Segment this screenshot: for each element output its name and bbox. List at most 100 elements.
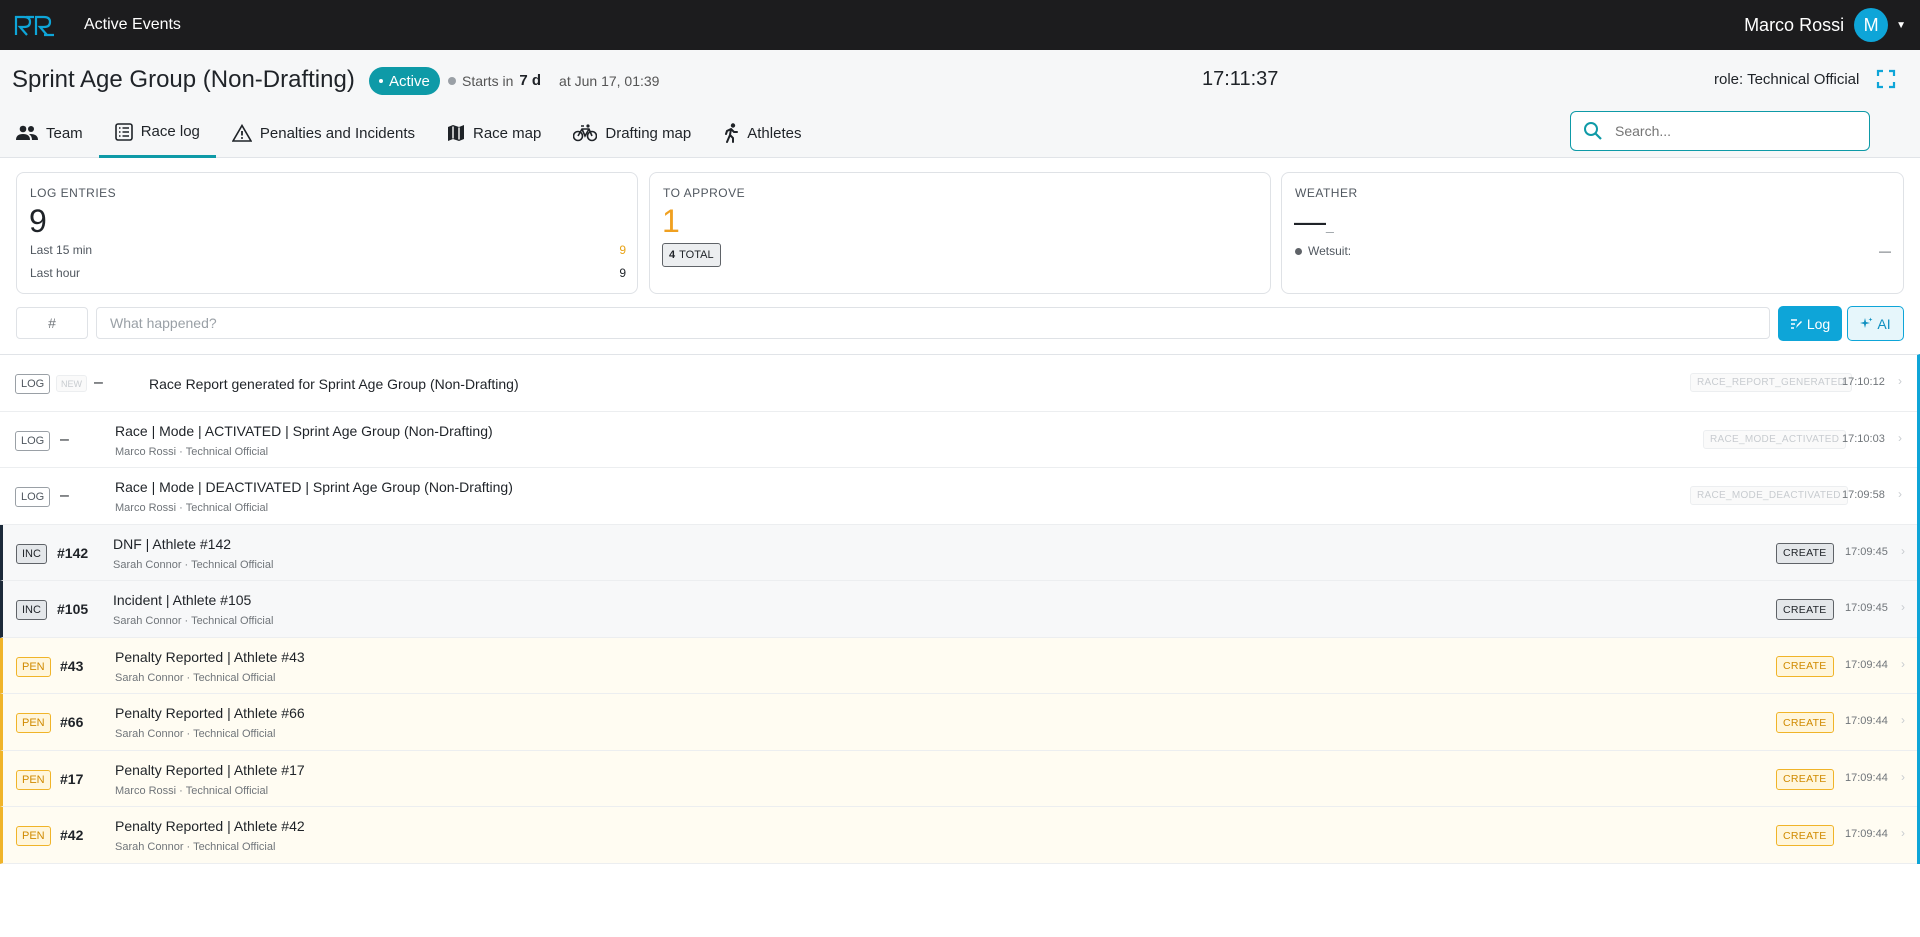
type-tag: LOG bbox=[15, 487, 51, 507]
entry-time: 17:09:58 bbox=[1842, 489, 1885, 501]
chevron-right-icon[interactable]: › bbox=[1898, 374, 1902, 388]
penalty-row[interactable]: PEN #43 Penalty Reported | Athlete #43 S… bbox=[0, 637, 1917, 694]
tab-label: Drafting map bbox=[605, 124, 692, 142]
tab-bar: Team Race log Penalties and Incidents Ra… bbox=[0, 108, 817, 158]
create-button[interactable]: CREATE bbox=[1776, 542, 1834, 564]
chevron-right-icon[interactable]: › bbox=[1901, 826, 1905, 840]
type-tag: PEN bbox=[16, 713, 51, 733]
athlete-number-input[interactable]: # bbox=[16, 307, 88, 339]
entry-title: Penalty Reported | Athlete #42 bbox=[115, 818, 305, 834]
entry-title: Incident | Athlete #105 bbox=[113, 592, 252, 608]
team-icon bbox=[16, 125, 38, 140]
entry-time: 17:09:44 bbox=[1845, 715, 1888, 727]
penalty-row[interactable]: PEN #17 Penalty Reported | Athlete #17 M… bbox=[0, 750, 1917, 807]
last-hour-value: 9 bbox=[619, 266, 626, 280]
bicycle-icon bbox=[573, 124, 598, 142]
chevron-right-icon[interactable]: › bbox=[1898, 431, 1902, 445]
athlete-number: #66 bbox=[60, 714, 84, 730]
fullscreen-icon[interactable] bbox=[1875, 68, 1897, 90]
ai-button[interactable]: AI bbox=[1847, 306, 1904, 341]
search-icon bbox=[1584, 122, 1602, 140]
tab-penalties-incidents[interactable]: Penalties and Incidents bbox=[216, 108, 431, 158]
list-icon bbox=[114, 122, 133, 141]
type-tag: PEN bbox=[16, 826, 51, 846]
incident-row[interactable]: INC #142 DNF | Athlete #142 Sarah Connor… bbox=[0, 524, 1917, 581]
create-button[interactable]: CREATE bbox=[1776, 712, 1834, 733]
penalty-row[interactable]: PEN #42 Penalty Reported | Athlete #42 S… bbox=[0, 807, 1917, 864]
create-button[interactable]: CREATE bbox=[1776, 599, 1834, 620]
log-entries-card: LOG ENTRIES 9 Last 15 min 9 Last hour 9 bbox=[16, 172, 638, 294]
avatar[interactable]: M bbox=[1854, 8, 1889, 42]
entry-meta: Sarah Connor · Technical Official bbox=[115, 671, 276, 684]
weather-card: WEATHER — _ Wetsuit: — bbox=[1281, 172, 1904, 294]
log-row[interactable]: LOG NEW – Race Report generated for Spri… bbox=[0, 355, 1917, 412]
what-happened-input[interactable]: What happened? bbox=[96, 307, 1770, 339]
incident-row[interactable]: INC #105 Incident | Athlete #105 Sarah C… bbox=[0, 581, 1917, 638]
athlete-number: #43 bbox=[60, 657, 84, 674]
total-value: 4 bbox=[669, 249, 676, 261]
sparkle-icon bbox=[1860, 317, 1873, 328]
penalty-row[interactable]: PEN #66 Penalty Reported | Athlete #66 S… bbox=[0, 694, 1917, 751]
weather-value: — bbox=[1294, 203, 1326, 239]
type-tag: INC bbox=[16, 543, 47, 564]
total-label: TOTAL bbox=[679, 249, 714, 261]
starts-prefix: Starts in bbox=[462, 72, 514, 89]
search-input[interactable] bbox=[1615, 123, 1855, 139]
new-badge: NEW bbox=[56, 375, 87, 392]
create-button[interactable]: CREATE bbox=[1776, 768, 1834, 790]
tab-label: Race log bbox=[140, 123, 200, 140]
entry-time: 17:09:44 bbox=[1845, 828, 1888, 840]
warning-icon bbox=[231, 124, 252, 142]
log-entries-count: 9 bbox=[29, 203, 47, 239]
create-button[interactable]: CREATE bbox=[1776, 655, 1834, 677]
log-icon bbox=[1790, 318, 1802, 329]
entry-time: 17:10:03 bbox=[1842, 432, 1885, 445]
chevron-right-icon[interactable]: › bbox=[1901, 544, 1905, 558]
last-hour-row: Last hour 9 bbox=[30, 266, 626, 280]
app-title[interactable]: Active Events bbox=[84, 16, 181, 34]
card-label: WEATHER bbox=[1295, 186, 1358, 200]
entry-meta: Sarah Connor · Technical Official bbox=[115, 841, 276, 853]
athlete-number: – bbox=[60, 430, 69, 448]
chevron-right-icon[interactable]: › bbox=[1901, 600, 1905, 614]
tab-team[interactable]: Team bbox=[0, 108, 99, 158]
last-15-label: Last 15 min bbox=[30, 243, 93, 257]
log-row[interactable]: LOG – Race | Mode | ACTIVATED | Sprint A… bbox=[0, 412, 1917, 468]
tab-race-map[interactable]: Race map bbox=[431, 108, 557, 158]
entry-meta: Marco Rossi · Technical Official bbox=[115, 502, 269, 514]
to-approve-card[interactable]: TO APPROVE 1 4 TOTAL bbox=[649, 172, 1271, 294]
entry-time: 17:09:44 bbox=[1845, 658, 1888, 671]
chevron-right-icon[interactable]: › bbox=[1901, 713, 1905, 727]
chevron-right-icon[interactable]: › bbox=[1898, 487, 1902, 501]
log-button[interactable]: Log bbox=[1778, 306, 1842, 341]
athlete-number: – bbox=[60, 487, 69, 504]
wetsuit-value: — bbox=[1879, 244, 1891, 258]
user-menu[interactable]: Marco Rossi M ▼ bbox=[1744, 8, 1906, 42]
search-box[interactable] bbox=[1570, 111, 1870, 151]
caret-down-icon[interactable]: ▼ bbox=[1896, 20, 1906, 31]
entry-meta: Marco Rossi · Technical Official bbox=[115, 445, 269, 458]
wetsuit-label: Wetsuit: bbox=[1308, 244, 1352, 258]
entry-title: Race | Mode | DEACTIVATED | Sprint Age G… bbox=[115, 479, 513, 495]
event-code-tag: RACE_MODE_DEACTIVATED bbox=[1690, 486, 1848, 505]
entry-meta: Sarah Connor · Technical Official bbox=[113, 558, 274, 571]
tab-race-log[interactable]: Race log bbox=[98, 108, 216, 158]
event-code-tag: RACE_REPORT_GENERATED bbox=[1690, 373, 1853, 392]
log-row[interactable]: LOG – Race | Mode | DEACTIVATED | Sprint… bbox=[0, 468, 1917, 525]
last-15-row: Last 15 min 9 bbox=[30, 243, 626, 257]
total-badge: 4 TOTAL bbox=[662, 243, 721, 267]
start-countdown: Starts in 7 d at Jun 17, 01:39 bbox=[448, 72, 659, 89]
athlete-number: #17 bbox=[60, 770, 84, 787]
logo-icon[interactable] bbox=[14, 13, 56, 37]
create-button[interactable]: CREATE bbox=[1776, 825, 1834, 846]
tab-drafting-map[interactable]: Drafting map bbox=[557, 108, 707, 158]
user-name: Marco Rossi bbox=[1744, 14, 1845, 35]
tab-athletes[interactable]: Athletes bbox=[707, 108, 817, 158]
last-hour-label: Last hour bbox=[30, 266, 81, 280]
entry-time: 17:09:45 bbox=[1845, 602, 1888, 614]
top-bar: Active Events Marco Rossi M ▼ bbox=[0, 0, 1920, 50]
chevron-right-icon[interactable]: › bbox=[1901, 770, 1905, 784]
chevron-right-icon[interactable]: › bbox=[1901, 657, 1905, 671]
entry-meta: Sarah Connor · Technical Official bbox=[113, 615, 274, 627]
race-log-list[interactable]: LOG NEW – Race Report generated for Spri… bbox=[0, 354, 1920, 864]
